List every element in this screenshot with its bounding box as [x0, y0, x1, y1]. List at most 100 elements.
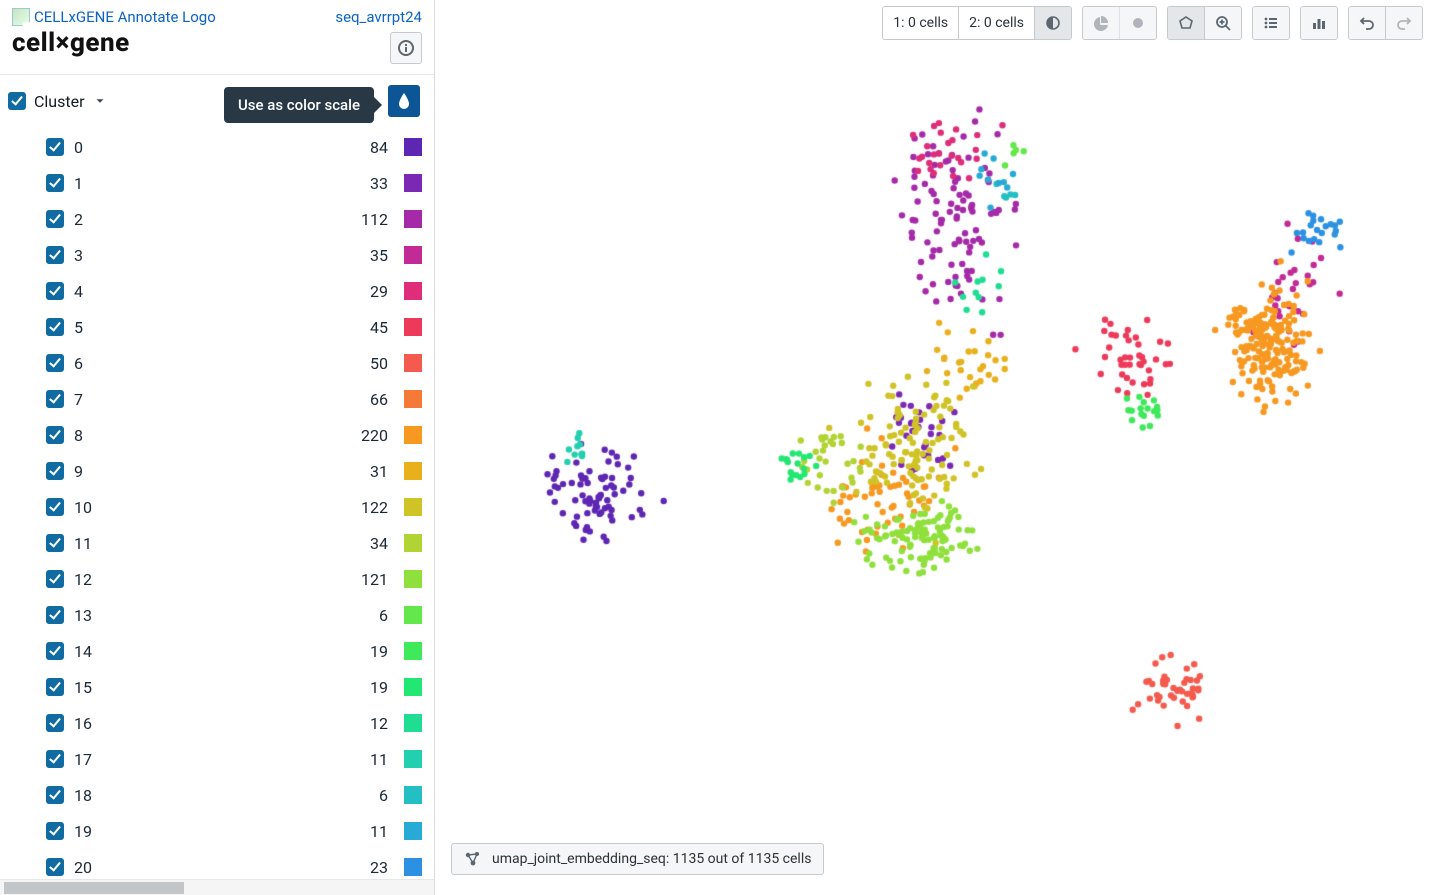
cluster-checkbox[interactable] [46, 714, 64, 732]
cluster-label: 9 [74, 462, 338, 481]
lasso-button[interactable] [1168, 7, 1205, 39]
cluster-row: 1 33 [8, 165, 426, 201]
cluster-swatch [404, 822, 422, 840]
sidebar: CELLxGENE Annotate Logo cell×gene seq_av… [0, 0, 435, 895]
zoom-button[interactable] [1205, 7, 1241, 39]
cluster-count: 31 [348, 462, 388, 481]
cluster-count: 112 [348, 210, 388, 229]
cluster-swatch [404, 498, 422, 516]
cluster-checkbox[interactable] [46, 210, 64, 228]
cluster-checkbox[interactable] [46, 678, 64, 696]
bar-chart-button[interactable] [1301, 7, 1337, 39]
scatter-canvas[interactable] [435, 0, 1437, 895]
cluster-row: 10122 [8, 489, 426, 525]
cluster-swatch [404, 246, 422, 264]
subset-button[interactable] [1035, 7, 1071, 39]
cluster-label: 4 [74, 282, 338, 301]
cluster-row: 335 [8, 237, 426, 273]
cluster-label: 6 [74, 354, 338, 373]
embedding-status[interactable]: umap_joint_embedding_seq: 1135 out of 11… [451, 843, 824, 875]
cluster-checkbox[interactable] [46, 138, 64, 156]
brand: cell×gene [12, 28, 216, 58]
selection-2-count[interactable]: 2: 0 cells [959, 7, 1035, 39]
cluster-row: 9 31 [8, 453, 426, 489]
cluster-row: 1711 [8, 741, 426, 777]
cluster-checkbox[interactable] [46, 246, 64, 264]
logo-alt-text: CELLxGENE Annotate Logo [12, 8, 216, 26]
cluster-label: 8 [74, 426, 338, 445]
cluster-checkbox[interactable] [46, 462, 64, 480]
cluster-row: 766 [8, 381, 426, 417]
cluster-checkbox[interactable] [46, 390, 64, 408]
cluster-label: 2 [74, 210, 338, 229]
cluster-swatch [404, 642, 422, 660]
cluster-count: 33 [348, 174, 388, 193]
category-name: Cluster [34, 92, 85, 111]
cluster-row: 136 [8, 597, 426, 633]
selection-1-count[interactable]: 1: 0 cells [883, 7, 959, 39]
info-button[interactable] [390, 32, 422, 64]
cluster-label: 16 [74, 714, 338, 733]
color-scale-button[interactable] [388, 85, 420, 117]
cluster-count: 84 [348, 138, 388, 157]
cluster-checkbox[interactable] [46, 426, 64, 444]
cluster-checkbox[interactable] [46, 498, 64, 516]
cluster-swatch [404, 606, 422, 624]
gene-sets-button[interactable] [1253, 7, 1289, 39]
cluster-checkbox[interactable] [46, 570, 64, 588]
category-checkbox[interactable] [8, 92, 26, 110]
cluster-checkbox[interactable] [46, 282, 64, 300]
cluster-label: 15 [74, 678, 338, 697]
cluster-checkbox[interactable] [46, 858, 64, 876]
cluster-swatch [404, 354, 422, 372]
cluster-checkbox[interactable] [46, 606, 64, 624]
cluster-label: 3 [74, 246, 338, 265]
undo-button[interactable] [1349, 7, 1386, 39]
cluster-swatch [404, 282, 422, 300]
horizontal-scrollbar[interactable] [0, 879, 434, 895]
cluster-checkbox[interactable] [46, 534, 64, 552]
cluster-checkbox[interactable] [46, 174, 64, 192]
cluster-checkbox[interactable] [46, 786, 64, 804]
cluster-swatch [404, 318, 422, 336]
cluster-swatch [404, 174, 422, 192]
cluster-label: 18 [74, 786, 338, 805]
cluster-label: 1 [74, 174, 338, 193]
cluster-row: 2023 [8, 849, 426, 879]
category-panel[interactable]: Cluster Use as color scale 0841332112335… [0, 75, 434, 879]
embedding-status-text: umap_joint_embedding_seq: 1135 out of 11… [492, 851, 811, 867]
polygon-icon [1178, 15, 1194, 31]
cluster-row: 1134 [8, 525, 426, 561]
graph-area[interactable]: 1: 0 cells 2: 0 cells [435, 0, 1437, 895]
cluster-swatch [404, 714, 422, 732]
cluster-count: 45 [348, 318, 388, 337]
cluster-checkbox[interactable] [46, 354, 64, 372]
cluster-row: 2 112 [8, 201, 426, 237]
cluster-row: 5 45 [8, 309, 426, 345]
cluster-swatch [404, 858, 422, 876]
cluster-row: 8220 [8, 417, 426, 453]
cluster-checkbox[interactable] [46, 750, 64, 768]
chevron-down-icon[interactable] [93, 94, 107, 108]
cluster-label: 11 [74, 534, 338, 553]
cluster-checkbox[interactable] [46, 642, 64, 660]
cluster-row: 186 [8, 777, 426, 813]
cluster-row: 1911 [8, 813, 426, 849]
cluster-swatch [404, 534, 422, 552]
redo-icon [1396, 15, 1412, 31]
cluster-count: 121 [348, 570, 388, 589]
cluster-swatch [404, 750, 422, 768]
cluster-checkbox[interactable] [46, 318, 64, 336]
cluster-count: 29 [348, 282, 388, 301]
cluster-swatch [404, 390, 422, 408]
pie-chart-icon [1093, 15, 1109, 31]
cluster-count: 19 [348, 678, 388, 697]
cluster-count: 50 [348, 354, 388, 373]
cluster-label: 19 [74, 822, 338, 841]
cluster-label: 12 [74, 570, 338, 589]
info-icon [398, 40, 414, 56]
redo-button [1386, 7, 1422, 39]
cluster-checkbox[interactable] [46, 822, 64, 840]
cluster-label: 5 [74, 318, 338, 337]
cluster-count: 6 [348, 606, 388, 625]
